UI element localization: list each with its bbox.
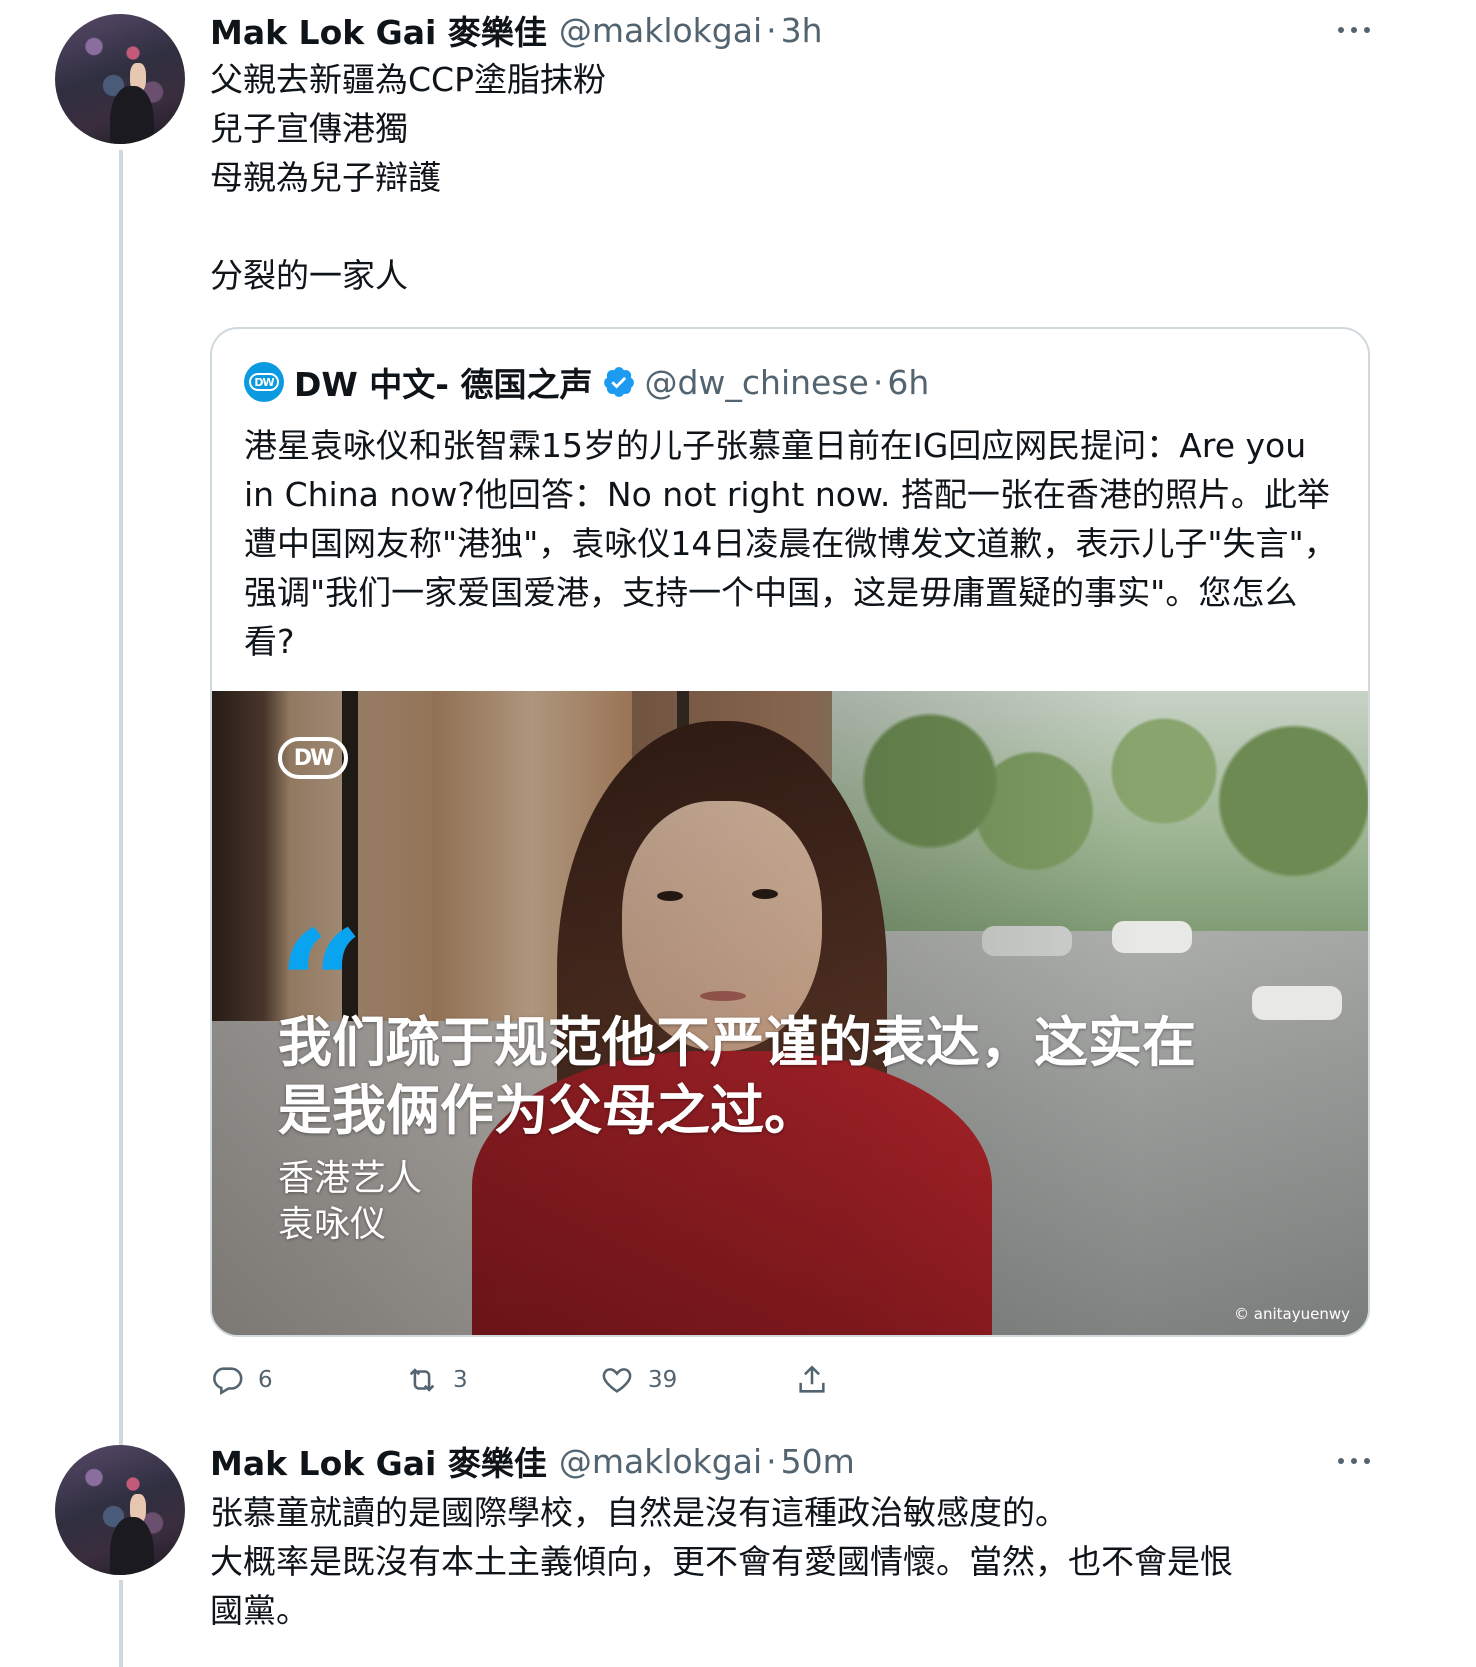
- timestamp[interactable]: 50m: [781, 1442, 855, 1481]
- thread-connector-line: [119, 150, 123, 1450]
- like-heart-icon: [602, 1368, 632, 1393]
- quoted-tweet[interactable]: DW DW 中文- 德国之声 @dw_chinese · 6h 港星袁咏仪和张智…: [210, 327, 1370, 1337]
- separator-dot: ·: [766, 10, 777, 50]
- display-name[interactable]: Mak Lok Gai 麥樂佳: [210, 1437, 547, 1485]
- separator-dot: ·: [872, 362, 884, 402]
- avatar-detail: [109, 85, 154, 144]
- separator-dot: ·: [766, 1441, 777, 1481]
- retweet-icon: [409, 1368, 435, 1392]
- quoted-timestamp[interactable]: 6h: [887, 363, 929, 402]
- share-icon: [799, 1365, 825, 1393]
- like-button[interactable]: 39: [600, 1355, 677, 1405]
- image-quote-line: 是我俩作为父母之过。: [278, 1079, 818, 1142]
- reply-icon: [213, 1367, 243, 1396]
- like-count: 39: [648, 1367, 678, 1393]
- dw-avatar-label: DW: [249, 373, 279, 391]
- retweet-button[interactable]: 3: [405, 1355, 468, 1405]
- user-handle[interactable]: @maklokgai: [559, 11, 762, 50]
- dw-logo: DW: [278, 737, 348, 779]
- reply-button[interactable]: 6: [210, 1355, 273, 1405]
- quoted-tweet-header: DW DW 中文- 德国之声 @dw_chinese · 6h: [244, 359, 929, 405]
- quoted-user-avatar[interactable]: DW: [244, 362, 284, 402]
- image-quote-line: 我们疏于规范他不严谨的表达，这实在: [278, 1011, 1196, 1074]
- tweet-header: Mak Lok Gai 麥樂佳 @maklokgai · 3h: [210, 5, 823, 55]
- retweet-count: 3: [453, 1367, 468, 1393]
- tweet-thread: Mak Lok Gai 麥樂佳 @maklokgai · 3h 父親去新疆為CC…: [0, 0, 1476, 1667]
- quoted-tweet-image[interactable]: DW “ 我们疏于规范他不严谨的表达，这实在 是我俩作为父母之过。 香港艺人 袁…: [212, 691, 1368, 1335]
- tweet-header: Mak Lok Gai 麥樂佳 @maklokgai · 50m: [210, 1436, 855, 1486]
- share-button[interactable]: [795, 1355, 843, 1405]
- reply-count: 6: [258, 1367, 273, 1393]
- timestamp[interactable]: 3h: [781, 11, 823, 50]
- user-handle[interactable]: @maklokgai: [559, 1442, 762, 1481]
- more-horizontal-icon[interactable]: [1332, 1446, 1376, 1476]
- tweet-actions: 6 3 39: [210, 1355, 910, 1405]
- image-credit: © anitayuenwy: [1234, 1305, 1350, 1323]
- more-horizontal-icon[interactable]: [1332, 15, 1376, 45]
- quoted-user-handle[interactable]: @dw_chinese: [644, 363, 868, 402]
- attribution-line: 袁咏仪: [278, 1204, 387, 1245]
- image-quote-text: 我们疏于规范他不严谨的表达，这实在 是我俩作为父母之过。: [278, 1009, 1258, 1145]
- tweet-text: 张慕童就讀的是國際學校，自然是沒有這種政治敏感度的。 大概率是既沒有本土主義傾向…: [210, 1493, 1233, 1630]
- quoted-display-name[interactable]: DW 中文- 德国之声: [294, 358, 592, 406]
- attribution-line: 香港艺人: [278, 1158, 423, 1199]
- display-name[interactable]: Mak Lok Gai 麥樂佳: [210, 6, 547, 54]
- quoted-tweet-text: 港星袁咏仪和张智霖15岁的儿子张慕童日前在IG回应网民提问：Are you in…: [244, 426, 1337, 661]
- user-avatar[interactable]: [55, 14, 185, 144]
- user-avatar[interactable]: [55, 1445, 185, 1575]
- thread-connector-line-lower: [119, 1580, 123, 1667]
- verified-badge-icon: [604, 367, 635, 397]
- avatar-detail: [109, 1516, 154, 1575]
- image-attribution: 香港艺人 袁咏仪: [278, 1156, 422, 1248]
- tweet-text: 父親去新疆為CCP塗脂抹粉 兒子宣傳港獨 母親為兒子辯護 分裂的一家人: [210, 60, 606, 295]
